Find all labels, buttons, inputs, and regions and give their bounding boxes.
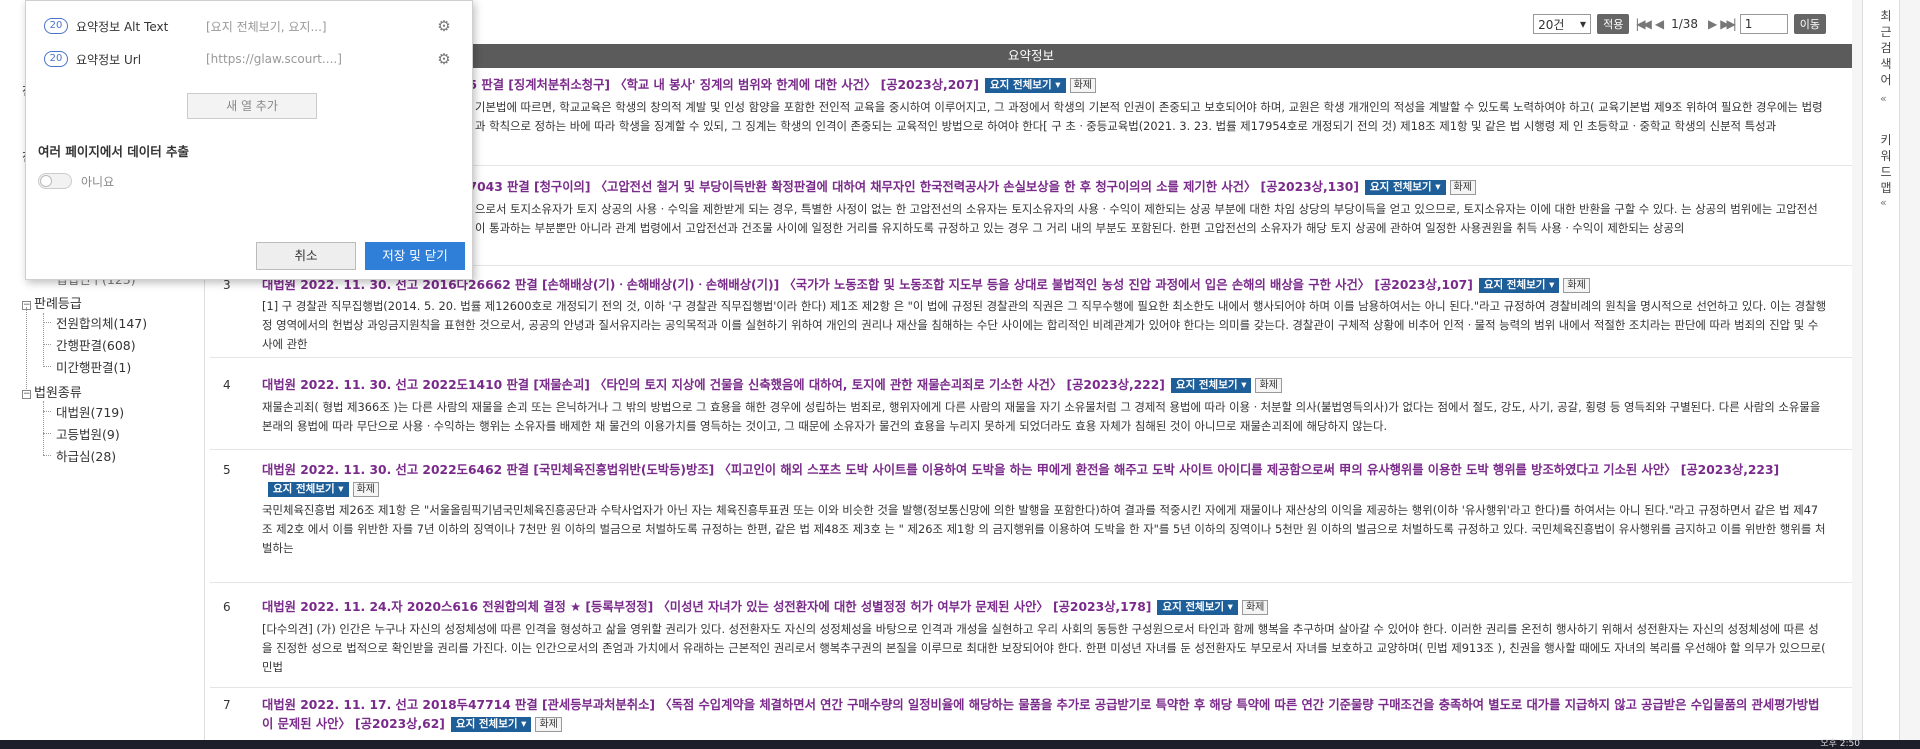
summary-view-button[interactable]: 요지 전체보기 ▾ bbox=[985, 78, 1066, 93]
cancel-button[interactable]: 취소 bbox=[256, 242, 356, 270]
topic-button[interactable]: 화제 bbox=[1241, 600, 1269, 615]
table-row: 7 대법원 2022. 11. 17. 선고 2018두47714 판결 [관세… bbox=[210, 688, 1852, 740]
expand-icon[interactable]: « bbox=[1880, 92, 1887, 105]
summary-view-button[interactable]: 요지 전체보기 ▾ bbox=[1364, 180, 1446, 195]
tree-item-en-banc[interactable]: 전원합의체(147) bbox=[56, 313, 147, 332]
tree-group-court[interactable]: − 법원종류 bbox=[22, 382, 82, 401]
summary-view-button[interactable]: 요지 전체보기 ▾ bbox=[1170, 378, 1252, 393]
page-info: 1/38 bbox=[1671, 17, 1699, 31]
summary-view-button[interactable]: 요지 전체보기 ▾ bbox=[268, 482, 349, 497]
summary-view-button[interactable]: 요지 전체보기 ▾ bbox=[1478, 278, 1560, 293]
gear-icon[interactable]: ⚙ bbox=[436, 51, 452, 67]
table-row: 3 대법원 2022. 11. 30. 선고 2016다26662 판결 [손해… bbox=[210, 268, 1852, 358]
add-column-button[interactable]: 새 열 추가 bbox=[187, 93, 317, 119]
topic-button[interactable]: 화제 bbox=[352, 482, 379, 497]
row-number: 7 bbox=[223, 698, 231, 712]
case-summary: 기본법에 따르면, 학교교육은 학생의 창의적 계발 및 인성 함양을 포함한 … bbox=[475, 100, 1823, 133]
pagination: 20건 ▾ 적용 |◀◀ ◀ 1/38 ▶ ▶▶| 1 이동 bbox=[1533, 14, 1826, 34]
tree-item-unpublished[interactable]: 미간행판결(1) bbox=[56, 357, 131, 376]
topic-button[interactable]: 화제 bbox=[1563, 278, 1590, 293]
tree-group-grade[interactable]: − 판례등급 bbox=[22, 293, 82, 312]
case-title[interactable]: 대법원 2022. 11. 30. 선고 2022도1410 판결 [재물손괴]… bbox=[262, 376, 1827, 395]
column-name: 요약정보 Alt Text bbox=[76, 19, 169, 34]
extraction-settings-dialog: 20 요약정보 Alt Text [요지 전체보기, 요지...] ⚙ 20 요… bbox=[25, 0, 473, 280]
case-title[interactable]: 대법원 2022. 11. 24.자 2020스616 전원합의체 결정 ★ [… bbox=[262, 598, 1827, 617]
toggle-state-label: 아니요 bbox=[81, 175, 115, 189]
expand-icon[interactable]: « bbox=[1880, 196, 1887, 209]
topic-button[interactable]: 화제 bbox=[1255, 378, 1282, 393]
first-page-icon[interactable]: |◀◀ bbox=[1635, 17, 1651, 31]
row-number: 5 bbox=[223, 463, 231, 477]
column-count-badge: 20 bbox=[44, 18, 68, 34]
table-row: 6 대법원 2022. 11. 24.자 2020스616 전원합의체 결정 ★… bbox=[210, 590, 1852, 688]
case-title[interactable]: 대법원 2022. 11. 30. 선고 2016다26662 판결 [손해배상… bbox=[262, 276, 1827, 295]
multi-page-label: 여러 페이지에서 데이터 추출 bbox=[38, 144, 190, 159]
case-summary: [1] 구 경찰관 직무집행법(2014. 5. 20. 법률 제12600호로… bbox=[262, 299, 1827, 351]
collapse-icon[interactable]: − bbox=[22, 301, 31, 310]
column-name: 요약정보 Url bbox=[76, 52, 142, 67]
topic-button[interactable]: 화제 bbox=[535, 717, 562, 732]
case-summary: [다수의견] (가) 인간은 누구나 자신의 성정체성에 따른 인격을 형성하고… bbox=[262, 622, 1826, 674]
last-page-icon[interactable]: ▶▶| bbox=[1720, 17, 1736, 31]
apply-button[interactable]: 적용 bbox=[1597, 14, 1630, 34]
table-row: 5 대법원 2022. 11. 30. 선고 2022도6462 판결 [국민체… bbox=[210, 453, 1852, 583]
tree-item-high-court[interactable]: 고등법원(9) bbox=[56, 424, 120, 443]
clock: 오후 2:50 bbox=[1820, 739, 1860, 749]
save-close-button[interactable]: 저장 및 닫기 bbox=[365, 242, 465, 270]
keyword-map-tab[interactable]: 키워드맵 bbox=[1879, 132, 1893, 196]
recent-search-tab[interactable]: 최근검색어 bbox=[1879, 8, 1893, 88]
right-sidebar: 최근검색어 « 키워드맵 « bbox=[1852, 0, 1920, 740]
tree-item-lower-court[interactable]: 하급심(28) bbox=[56, 446, 116, 465]
column-config-row: 20 요약정보 Url [https://glaw.scourt....] ⚙ bbox=[44, 48, 464, 70]
case-summary: 국민체육진흥법 제26조 제1항 은 "서울올림픽기념국민체육진흥공단과 수탁사… bbox=[262, 503, 1826, 555]
case-title[interactable]: 대법원 2022. 11. 30. 선고 2022도6462 판결 [국민체육진… bbox=[262, 461, 1827, 499]
case-title[interactable]: 57043 판결 [청구이의] 〈고압전선 철거 및 부당이득반환 확정판결에 … bbox=[460, 178, 1800, 197]
os-taskbar bbox=[0, 740, 1920, 749]
multi-page-toggle[interactable] bbox=[38, 173, 72, 189]
case-summary: 재물손괴죄( 형법 제366조 )는 다른 사람의 재물을 손괴 또는 은닉하거… bbox=[262, 400, 1821, 433]
prev-page-icon[interactable]: ◀ bbox=[1655, 17, 1664, 31]
collapse-icon[interactable]: − bbox=[22, 390, 31, 399]
tree-item-supreme-court[interactable]: 대법원(719) bbox=[56, 402, 124, 421]
summary-view-button[interactable]: 요지 전체보기 ▾ bbox=[450, 717, 532, 732]
row-number: 3 bbox=[223, 278, 231, 292]
per-page-select[interactable]: 20건 ▾ bbox=[1533, 14, 1592, 34]
column-config-row: 20 요약정보 Alt Text [요지 전체보기, 요지...] ⚙ bbox=[44, 15, 464, 37]
row-number: 6 bbox=[223, 600, 231, 614]
tree-item-published[interactable]: 간행판결(608) bbox=[56, 335, 136, 354]
go-button[interactable]: 이동 bbox=[1793, 14, 1826, 34]
column-count-badge: 20 bbox=[44, 51, 68, 67]
tree-group-label: 법원종류 bbox=[34, 386, 82, 401]
page-number-input[interactable]: 1 bbox=[1739, 14, 1788, 34]
table-row: 4 대법원 2022. 11. 30. 선고 2022도1410 판결 [재물손… bbox=[210, 368, 1852, 450]
topic-button[interactable]: 화제 bbox=[1449, 180, 1476, 195]
next-page-icon[interactable]: ▶ bbox=[1708, 17, 1717, 31]
case-title[interactable]: 대법원 2022. 11. 17. 선고 2018두47714 판결 [관세등부… bbox=[262, 696, 1827, 734]
row-number: 4 bbox=[223, 378, 231, 392]
side-tabs: 최근검색어 « 키워드맵 « bbox=[1862, 0, 1900, 740]
tree-group-label: 판례등급 bbox=[34, 297, 82, 312]
gear-icon[interactable]: ⚙ bbox=[436, 18, 452, 34]
topic-button[interactable]: 화제 bbox=[1069, 78, 1096, 93]
chevron-down-icon: ▾ bbox=[1580, 17, 1587, 31]
column-preview: [https://glaw.scourt....] bbox=[206, 52, 342, 66]
case-summary: 으로서 토지소유자가 토지 상공의 사용ㆍ수익을 제한받게 되는 경우, 특별한… bbox=[475, 202, 1818, 235]
summary-view-button[interactable]: 요지 전체보기 ▾ bbox=[1157, 600, 1238, 615]
case-title[interactable]: 85 판결 [징계처분취소청구] 〈학교 내 봉사' 징계의 범위와 한계에 대… bbox=[460, 76, 1800, 95]
column-preview: [요지 전체보기, 요지...] bbox=[206, 19, 327, 34]
